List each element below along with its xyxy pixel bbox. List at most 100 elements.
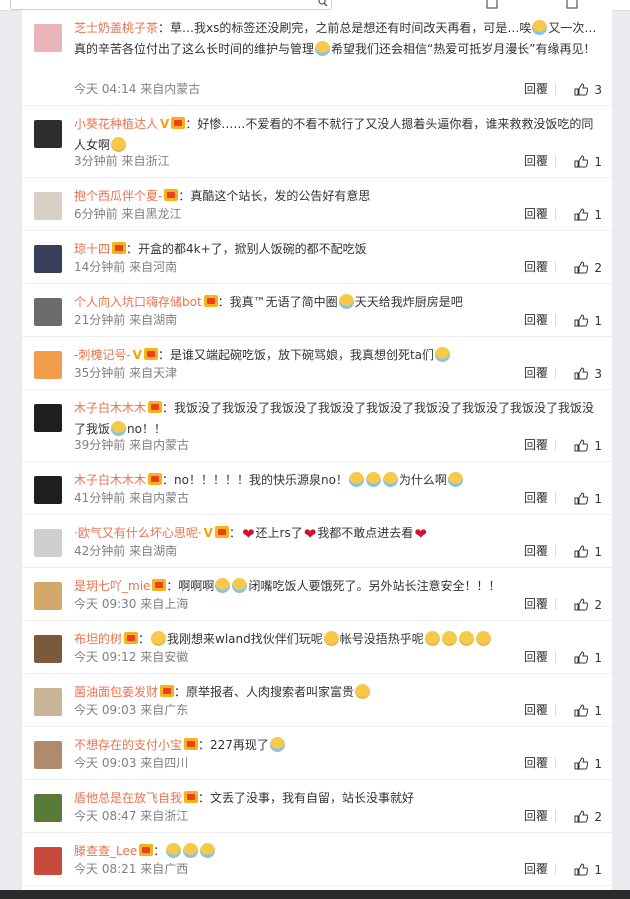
fan-badge-icon bbox=[214, 526, 229, 538]
username-link[interactable]: -刺槐记号- bbox=[74, 348, 131, 362]
username-link[interactable]: 布坦的树 bbox=[74, 632, 122, 646]
username-link[interactable]: 个人向入坑口嗨存储bot bbox=[74, 295, 202, 309]
doge-emoji-icon bbox=[111, 137, 127, 152]
like-button[interactable]: 1 bbox=[574, 651, 602, 665]
thumb-up-icon bbox=[574, 314, 589, 327]
comment-meta: 今天 09:03 来自四川 bbox=[74, 756, 189, 770]
like-button[interactable]: 1 bbox=[574, 863, 602, 877]
comment-item: 菌油面包姜发财 ：原举报者、人肉搜索者叫家富贵 今天 09:03 来自广东 回覆 … bbox=[22, 674, 612, 727]
search-icon[interactable] bbox=[318, 0, 328, 7]
sad-emoji-icon bbox=[441, 631, 457, 646]
comment-meta: 21分钟前 来自湖南 bbox=[74, 313, 178, 327]
username-link[interactable]: 抱个西瓜伴个夏- bbox=[74, 189, 162, 203]
avatar[interactable] bbox=[34, 298, 62, 326]
like-button[interactable]: 1 bbox=[574, 314, 602, 328]
cry-emoji-icon bbox=[111, 421, 127, 436]
divider bbox=[555, 314, 556, 326]
thumb-up-icon bbox=[574, 367, 589, 380]
avatar[interactable] bbox=[34, 688, 62, 716]
divider bbox=[555, 208, 556, 220]
avatar[interactable] bbox=[34, 404, 62, 432]
username-link[interactable]: 木子白木木木 bbox=[74, 401, 146, 415]
search-input[interactable] bbox=[10, 0, 332, 10]
comment-meta: 42分钟前 来自湖南 bbox=[74, 544, 178, 558]
grid-icon[interactable] bbox=[486, 0, 498, 9]
avatar[interactable] bbox=[34, 794, 62, 822]
sad-emoji-icon bbox=[323, 631, 339, 646]
avatar[interactable] bbox=[34, 635, 62, 663]
reply-button[interactable]: 回覆 bbox=[524, 860, 548, 877]
comment-meta: 今天 08:21 来自广西 bbox=[74, 862, 189, 876]
avatar[interactable] bbox=[34, 529, 62, 557]
comment-meta: 今天 09:12 来自安徽 bbox=[74, 650, 189, 664]
vip-badge-icon: V bbox=[160, 117, 170, 131]
username-link[interactable]: 琼十四 bbox=[74, 242, 110, 256]
avatar[interactable] bbox=[34, 351, 62, 379]
like-button[interactable]: 2 bbox=[574, 598, 602, 612]
like-button[interactable]: 1 bbox=[574, 439, 602, 453]
sob-emoji-icon bbox=[435, 347, 451, 362]
like-button[interactable]: 3 bbox=[574, 83, 602, 97]
like-button[interactable]: 1 bbox=[574, 545, 602, 559]
username-link[interactable]: 菌油面包姜发财 bbox=[74, 685, 158, 699]
comment-text: 木子白木木木 ：我饭没了我饭没了我饭没了我饭没了我饭没了我饭没了我饭没了我饭没了我… bbox=[74, 401, 595, 436]
username-link[interactable]: 盾他总是在放飞自我 bbox=[74, 791, 182, 805]
comment-meta: 今天 04:14 来自内蒙古 bbox=[74, 82, 201, 96]
reply-button[interactable]: 回覆 bbox=[524, 205, 548, 222]
avatar[interactable] bbox=[34, 582, 62, 610]
avatar[interactable] bbox=[34, 24, 62, 52]
comment-meta: 今天 09:30 来自上海 bbox=[74, 597, 189, 611]
divider bbox=[555, 261, 556, 273]
like-button[interactable]: 1 bbox=[574, 492, 602, 506]
divider bbox=[555, 810, 556, 822]
avatar[interactable] bbox=[34, 741, 62, 769]
reply-button[interactable]: 回覆 bbox=[524, 648, 548, 665]
broken-heart-icon: ❤ bbox=[241, 525, 255, 543]
reply-button[interactable]: 回覆 bbox=[524, 595, 548, 612]
reply-button[interactable]: 回覆 bbox=[524, 152, 548, 169]
username-link[interactable]: 小葵花种植达人 bbox=[74, 117, 158, 131]
reply-button[interactable]: 回覆 bbox=[524, 754, 548, 771]
like-button[interactable]: 2 bbox=[574, 261, 602, 275]
like-button[interactable]: 3 bbox=[574, 367, 602, 381]
reply-button[interactable]: 回覆 bbox=[524, 80, 548, 97]
username-link[interactable]: ·欧气又有什么坏心思呢· bbox=[74, 526, 202, 540]
reply-button[interactable]: 回覆 bbox=[524, 311, 548, 328]
avatar[interactable] bbox=[34, 192, 62, 220]
comment-item: ·欧气又有什么坏心思呢· V ：❤还上rs了❤我都不敢点进去看❤ 42分钟前 来自湖… bbox=[22, 515, 612, 568]
like-button[interactable]: 1 bbox=[574, 208, 602, 222]
username-link[interactable]: 芝士奶盖桃子茶 bbox=[74, 21, 158, 35]
thumb-up-icon bbox=[574, 651, 589, 664]
comment-text: 布坦的树：我刚想来wland找伙伴们玩呢 帐号没捂热乎呢 bbox=[74, 629, 598, 650]
avatar[interactable] bbox=[34, 476, 62, 504]
message-icon[interactable] bbox=[566, 0, 578, 9]
reply-button[interactable]: 回覆 bbox=[524, 542, 548, 559]
username-link[interactable]: 木子白木木木 bbox=[74, 473, 146, 487]
fan-badge-icon bbox=[139, 844, 154, 856]
thumb-up-icon bbox=[574, 261, 589, 274]
reply-button[interactable]: 回覆 bbox=[524, 258, 548, 275]
like-button[interactable]: 1 bbox=[574, 704, 602, 718]
fan-badge-icon bbox=[160, 685, 175, 697]
username-link[interactable]: 不想存在的支付小宝 bbox=[74, 738, 182, 752]
sob-emoji-icon bbox=[200, 843, 216, 858]
like-button[interactable]: 2 bbox=[574, 810, 602, 824]
comment-meta: 14分钟前 来自河南 bbox=[74, 260, 178, 274]
comment-item: 是玥七吖_mie ：啊啊啊 闭嘴吃饭人要饿死了。另外站长注意安全！！！ 今天 09:… bbox=[22, 568, 612, 621]
smile-emoji-icon bbox=[355, 684, 371, 699]
reply-button[interactable]: 回覆 bbox=[524, 364, 548, 381]
reply-button[interactable]: 回覆 bbox=[524, 489, 548, 506]
username-link[interactable]: 滕查查_Lee bbox=[74, 844, 137, 858]
comment-text: -刺槐记号- V ：是谁又端起碗吃饭，放下碗骂娘，我真想创死ta们 bbox=[74, 345, 598, 366]
avatar[interactable] bbox=[34, 120, 62, 148]
username-link[interactable]: 是玥七吖_mie bbox=[74, 579, 150, 593]
reply-button[interactable]: 回覆 bbox=[524, 701, 548, 718]
reply-button[interactable]: 回覆 bbox=[524, 436, 548, 453]
fan-badge-icon bbox=[164, 189, 179, 201]
avatar[interactable] bbox=[34, 245, 62, 273]
like-button[interactable]: 1 bbox=[574, 757, 602, 771]
avatar[interactable] bbox=[34, 847, 62, 875]
like-button[interactable]: 1 bbox=[574, 155, 602, 169]
reply-button[interactable]: 回覆 bbox=[524, 807, 548, 824]
comment-meta: 今天 09:03 来自广东 bbox=[74, 703, 189, 717]
